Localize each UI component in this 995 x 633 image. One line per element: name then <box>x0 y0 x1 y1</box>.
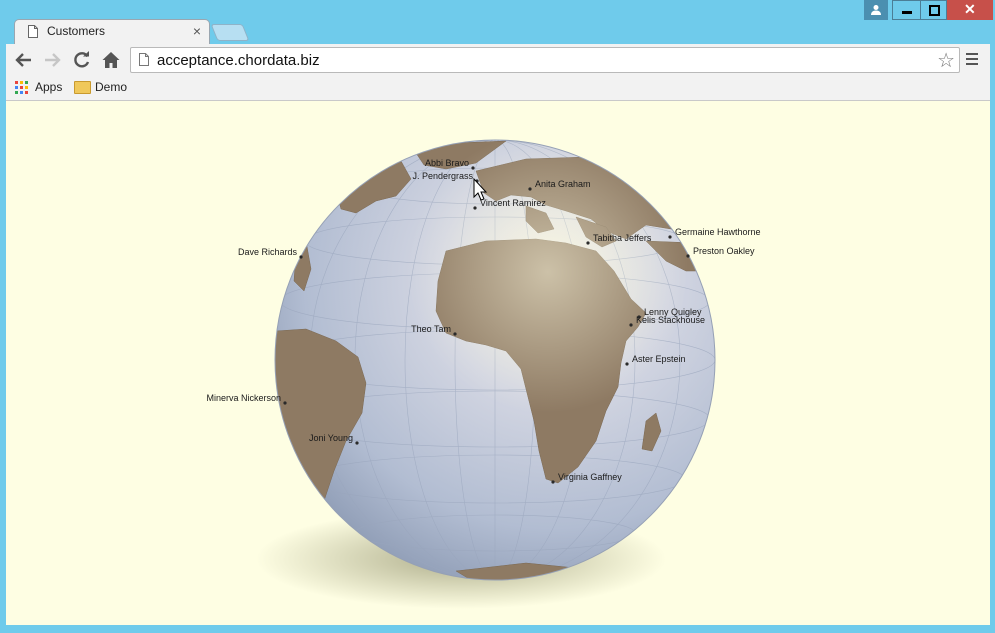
customer-marker[interactable] <box>625 362 629 366</box>
customer-label[interactable]: Germaine Hawthorne <box>675 227 761 237</box>
bookmark-label: Demo <box>95 80 128 94</box>
close-icon: ✕ <box>964 1 976 17</box>
customer-marker[interactable] <box>528 187 532 191</box>
home-button[interactable] <box>101 50 121 70</box>
browser-toolbar: acceptance.chordata.biz ☆ <box>6 44 990 76</box>
customer-globe[interactable]: Abbi Bravo J. Pendergrass Anita Graham Vinc… <box>6 101 990 625</box>
bookmark-label: Apps <box>35 80 63 94</box>
customer-marker[interactable] <box>471 166 475 170</box>
hamburger-icon <box>962 53 982 65</box>
customer-label[interactable]: Kelis Stackhouse <box>636 315 705 325</box>
profile-button[interactable] <box>864 0 888 20</box>
url-text: acceptance.chordata.biz <box>157 52 320 69</box>
back-button[interactable] <box>14 50 34 70</box>
forward-button[interactable] <box>42 50 62 70</box>
tab-close-icon[interactable]: × <box>193 23 201 39</box>
customer-marker[interactable] <box>629 323 633 327</box>
customer-label[interactable]: Anita Graham <box>535 179 591 189</box>
close-window-button[interactable]: ✕ <box>947 0 993 20</box>
home-icon <box>102 52 120 68</box>
customer-label[interactable]: Joni Young <box>309 433 353 443</box>
reload-icon <box>74 51 90 68</box>
back-arrow-icon <box>15 53 31 67</box>
customer-label[interactable]: Aster Epstein <box>632 354 686 364</box>
forward-arrow-icon <box>45 53 61 67</box>
customer-label[interactable]: J. Pendergrass <box>412 171 473 181</box>
bookmarks-bar: Apps Demo <box>6 76 990 101</box>
customer-label[interactable]: Preston Oakley <box>693 246 755 256</box>
customer-marker[interactable] <box>355 441 359 445</box>
customer-marker[interactable] <box>551 480 555 484</box>
customer-marker[interactable] <box>686 254 690 258</box>
user-icon <box>871 5 881 15</box>
page-icon <box>28 25 38 38</box>
customer-label[interactable]: Theo Tam <box>411 324 451 334</box>
menu-button[interactable] <box>962 50 982 70</box>
customer-marker[interactable] <box>283 401 287 405</box>
customer-label[interactable]: Virginia Gaffney <box>558 472 622 482</box>
customer-marker[interactable] <box>586 241 590 245</box>
customer-label[interactable]: Tabitha Jeffers <box>593 233 652 243</box>
maximize-button[interactable] <box>920 0 947 20</box>
customer-label[interactable]: Vincent Ramirez <box>480 198 546 208</box>
customer-label[interactable]: Abbi Bravo <box>425 158 469 168</box>
folder-icon <box>74 81 91 94</box>
customer-marker[interactable] <box>668 235 672 239</box>
customer-marker[interactable] <box>299 255 303 259</box>
reload-button[interactable] <box>72 50 92 70</box>
customer-label[interactable]: Minerva Nickerson <box>206 393 281 403</box>
customer-marker[interactable] <box>453 332 457 336</box>
new-tab-button[interactable] <box>210 24 250 41</box>
tab-title: Customers <box>47 24 106 38</box>
bookmark-star-icon[interactable]: ☆ <box>937 48 955 73</box>
tab-customers[interactable]: Customers × <box>14 19 210 44</box>
page-content: Abbi Bravo J. Pendergrass Anita Graham Vinc… <box>6 101 990 625</box>
address-bar[interactable]: acceptance.chordata.biz ☆ <box>130 47 960 73</box>
title-bar: Customers × ✕ <box>0 0 995 44</box>
customer-marker[interactable] <box>473 206 477 210</box>
customer-label[interactable]: Dave Richards <box>238 247 298 257</box>
apps-grid-icon <box>15 81 28 94</box>
window-bottom-border <box>0 625 995 633</box>
minimize-button[interactable] <box>892 0 920 20</box>
page-icon <box>139 53 149 66</box>
